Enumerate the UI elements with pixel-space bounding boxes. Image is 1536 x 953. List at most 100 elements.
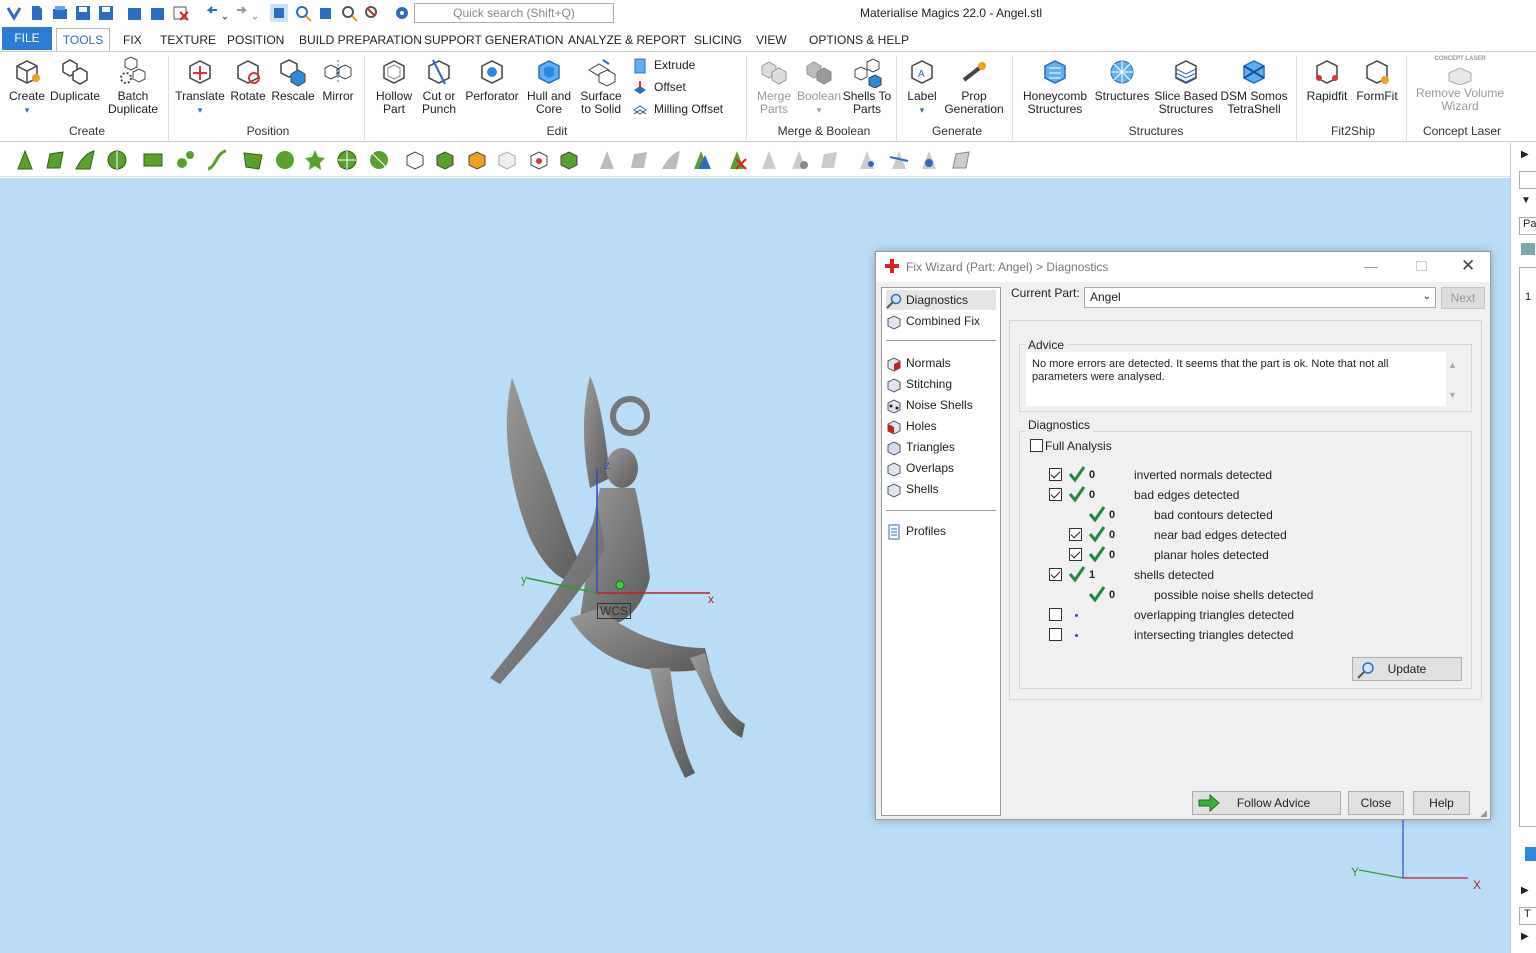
zoom-part-icon[interactable] xyxy=(294,4,312,22)
unzoom-icon[interactable] xyxy=(363,4,381,22)
maximize-icon[interactable] xyxy=(1416,261,1427,271)
hollow-part-button[interactable]: Hollow Part xyxy=(370,56,418,116)
zoom-icon[interactable] xyxy=(340,4,358,22)
shells-checkbox[interactable] xyxy=(1049,568,1062,581)
mark-shell-icon[interactable] xyxy=(274,149,296,171)
menu-slicing[interactable]: SLICING xyxy=(694,33,742,47)
mark-part-icon[interactable] xyxy=(368,149,390,171)
nav-diagnostics[interactable]: Diagnostics xyxy=(886,290,996,310)
nav-holes[interactable]: Holes xyxy=(886,416,937,436)
intersecting-triangles-checkbox[interactable] xyxy=(1049,628,1062,641)
part-list-tab[interactable]: Pa xyxy=(1519,217,1536,235)
expand-arrow-icon[interactable]: ▶ xyxy=(1521,885,1529,896)
rapidfit-button[interactable]: Rapidfit xyxy=(1302,56,1352,103)
menu-file[interactable]: FILE xyxy=(2,27,52,50)
extrude-button[interactable]: Extrude xyxy=(632,58,695,74)
show-triangle-icon[interactable] xyxy=(856,149,878,171)
nav-stitching[interactable]: Stitching xyxy=(886,374,952,394)
boolean-button[interactable]: Boolean ▾ xyxy=(796,56,842,117)
rescale-button[interactable]: Rescale xyxy=(270,56,316,103)
quick-search-input[interactable]: Quick search (Shift+Q) xyxy=(414,3,614,23)
rotate-button[interactable]: Rotate xyxy=(228,56,268,103)
unmark-plane-icon[interactable] xyxy=(628,149,650,171)
mark-curve-icon[interactable] xyxy=(206,149,228,171)
mirror-button[interactable]: Mirror xyxy=(318,56,358,103)
redo-icon[interactable] xyxy=(233,4,259,22)
hull-and-core-button[interactable]: Hull and Core xyxy=(524,56,574,116)
nav-overlaps[interactable]: Overlaps xyxy=(886,458,954,478)
menu-fix[interactable]: FIX xyxy=(123,33,142,47)
app-menu-icon[interactable] xyxy=(5,4,23,22)
select-triangle-icon[interactable] xyxy=(14,149,36,171)
batch-duplicate-button[interactable]: Batch Duplicate xyxy=(106,56,160,116)
mark-star-icon[interactable] xyxy=(304,149,326,171)
formfit-button[interactable]: FormFit xyxy=(1354,56,1400,103)
unmark-all-icon[interactable] xyxy=(690,149,712,171)
view-bottom-icon[interactable] xyxy=(496,149,518,171)
tool-page-tab[interactable]: T xyxy=(1519,907,1536,925)
honeycomb-structures-button[interactable]: Honeycomb Structures xyxy=(1022,56,1088,116)
import-icon[interactable] xyxy=(126,4,144,22)
planar-holes-checkbox[interactable] xyxy=(1069,548,1082,561)
mark-brush-icon[interactable] xyxy=(242,149,264,171)
duplicate-button[interactable]: Duplicate xyxy=(50,56,100,103)
open-file-icon[interactable] xyxy=(51,4,69,22)
save-icon[interactable] xyxy=(74,4,92,22)
export-icon[interactable] xyxy=(149,4,167,22)
unmark-triangle-icon[interactable] xyxy=(596,149,618,171)
panel-toggle[interactable] xyxy=(1519,171,1536,189)
overlapping-triangles-checkbox[interactable] xyxy=(1049,608,1062,621)
select-surface-icon[interactable] xyxy=(74,149,96,171)
unmark-surface-icon[interactable] xyxy=(660,149,682,171)
menu-analyze-report[interactable]: ANALYZE & REPORT xyxy=(568,33,686,47)
view-right-icon[interactable] xyxy=(558,149,580,171)
close-button[interactable]: Close xyxy=(1348,791,1404,815)
select-plane-icon[interactable] xyxy=(44,149,66,171)
nav-profiles[interactable]: Profiles xyxy=(886,521,946,541)
nav-shells[interactable]: Shells xyxy=(886,479,939,499)
delete-marked-icon[interactable] xyxy=(726,149,748,171)
merge-parts-button[interactable]: Merge Parts xyxy=(752,56,796,116)
dsm-somos-tetrashell-button[interactable]: DSM Somos TetraShell xyxy=(1220,56,1288,116)
settings-icon[interactable] xyxy=(393,4,411,22)
resize-grip-icon[interactable]: ◢ xyxy=(1480,808,1487,819)
show-surface-icon[interactable] xyxy=(918,149,940,171)
help-button[interactable]: Help xyxy=(1413,791,1470,815)
view-part-icon[interactable] xyxy=(317,4,335,22)
menu-position[interactable]: POSITION xyxy=(227,33,284,47)
slice-based-structures-button[interactable]: Slice Based Structures xyxy=(1154,56,1218,116)
create-button[interactable]: Create ▾ xyxy=(6,56,48,117)
mark-sphere-icon[interactable] xyxy=(336,149,358,171)
scroll-down-icon[interactable]: ▼ xyxy=(1448,390,1457,400)
unload-part-icon[interactable] xyxy=(172,4,190,22)
menu-view[interactable]: VIEW xyxy=(756,33,787,47)
update-button[interactable]: Update xyxy=(1352,657,1462,681)
nav-noise-shells[interactable]: Noise Shells xyxy=(886,395,973,415)
hide-plane-icon[interactable] xyxy=(788,149,810,171)
new-file-icon[interactable] xyxy=(28,4,46,22)
close-window-icon[interactable]: ✕ xyxy=(1461,256,1475,276)
scroll-up-icon[interactable]: ▲ xyxy=(1448,360,1457,370)
current-part-select[interactable]: Angel ⌄ xyxy=(1084,287,1436,308)
perforator-button[interactable]: Perforator xyxy=(464,56,520,103)
mark-plane-icon[interactable] xyxy=(142,149,164,171)
nav-triangles[interactable]: Triangles xyxy=(886,437,955,457)
undo-icon[interactable] xyxy=(203,4,229,22)
view-front-icon[interactable] xyxy=(404,149,426,171)
nav-combined-fix[interactable]: Combined Fix xyxy=(886,311,980,331)
mark-contour-icon[interactable] xyxy=(174,149,196,171)
near-bad-edges-checkbox[interactable] xyxy=(1069,528,1082,541)
collapse-arrow-icon[interactable]: ▼ xyxy=(1521,195,1531,206)
prop-generation-button[interactable]: Prop Generation xyxy=(944,56,1004,116)
remove-volume-wizard-button[interactable]: CONCEPT LASER Remove Volume Wizard xyxy=(1412,56,1508,113)
blue-cube-icon[interactable] xyxy=(1525,847,1536,861)
inverted-normals-checkbox[interactable] xyxy=(1049,468,1062,481)
menu-support-generation[interactable]: SUPPORT GENERATION xyxy=(424,33,563,47)
expand-arrow-icon[interactable]: ▶ xyxy=(1521,931,1529,942)
full-analysis-checkbox[interactable] xyxy=(1030,439,1043,452)
view-left-icon[interactable] xyxy=(528,149,550,171)
select-shell-icon[interactable] xyxy=(106,149,128,171)
image-icon[interactable] xyxy=(1521,243,1535,255)
label-button[interactable]: A Label ▾ xyxy=(902,56,942,117)
menu-options-help[interactable]: OPTIONS & HELP xyxy=(809,33,909,47)
